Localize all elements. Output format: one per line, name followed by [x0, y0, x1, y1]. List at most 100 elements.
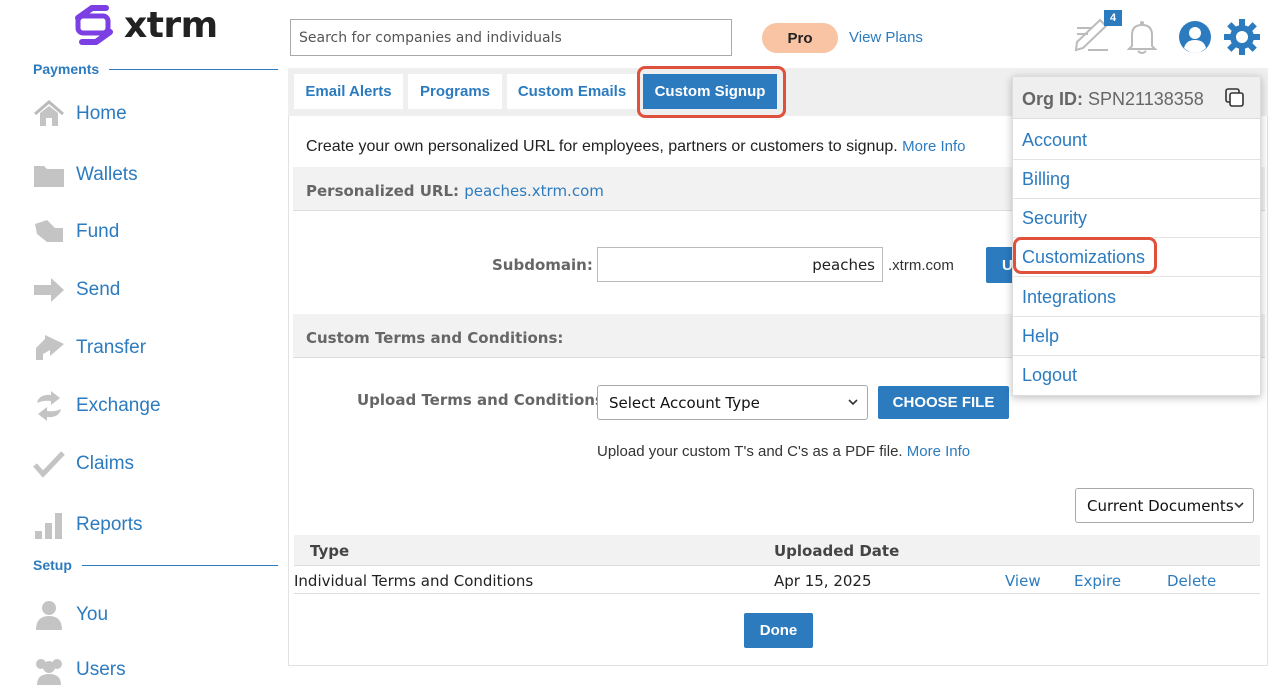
sidebar-item-label: Claims	[76, 453, 135, 474]
section-head-setup: Setup	[33, 557, 278, 573]
sidebar-item-label: Exchange	[76, 395, 161, 416]
personalized-url-caption: Personalized URL:	[306, 182, 460, 200]
tab-custom-emails[interactable]: Custom Emails	[507, 74, 637, 109]
column-header-uploaded-date: Uploaded Date	[774, 542, 900, 560]
checkmark-icon	[33, 449, 65, 479]
personalized-url-link[interactable]: peaches.xtrm.com	[464, 182, 604, 200]
section-label: Payments	[33, 61, 100, 77]
tab-programs[interactable]: Programs	[408, 74, 502, 109]
chevron-down-icon	[1234, 502, 1244, 509]
view-plans-link[interactable]: View Plans	[849, 29, 923, 46]
sidebar-item-transfer[interactable]: Transfer	[33, 330, 146, 366]
upload-more-info-link[interactable]: More Info	[907, 443, 970, 460]
upload-hint-line: Upload your custom T's and C's as a PDF …	[597, 443, 970, 460]
folder-icon	[33, 160, 65, 190]
subdomain-label: Subdomain:	[492, 256, 593, 274]
gear-icon	[1224, 19, 1260, 55]
sidebar-item-home[interactable]: Home	[33, 96, 127, 132]
exchange-icon	[33, 391, 65, 421]
subdomain-input[interactable]: peaches	[597, 247, 883, 282]
terms-section-label: Custom Terms and Conditions:	[306, 329, 564, 347]
sidebar-item-fund[interactable]: Fund	[33, 214, 119, 250]
sidebar-item-claims[interactable]: Claims	[33, 446, 134, 482]
logo-mark-icon	[75, 5, 113, 45]
sidebar-item-label: Wallets	[76, 164, 138, 185]
bell-icon	[1126, 21, 1158, 54]
users-icon	[33, 655, 65, 685]
sidebar-item-label: Fund	[76, 221, 120, 242]
divider	[109, 68, 278, 70]
view-link[interactable]: View	[1005, 572, 1041, 590]
sidebar-item-reports[interactable]: Reports	[33, 507, 143, 543]
menu-item-account[interactable]: Account	[1013, 121, 1260, 160]
sidebar-item-label: Home	[76, 103, 127, 124]
column-header-type: Type	[310, 542, 350, 560]
intro-text-line: Create your own personalized URL for emp…	[306, 138, 966, 156]
delete-link[interactable]: Delete	[1167, 572, 1216, 590]
account-dropdown-menu: Org ID: SPN21138358 Account Billing Secu…	[1012, 76, 1261, 396]
search-placeholder: Search for companies and individuals	[299, 29, 562, 46]
intro-text: Create your own personalized URL for emp…	[306, 138, 898, 155]
org-id-value: SPN21138358	[1088, 89, 1204, 109]
subdomain-value: peaches	[812, 255, 875, 274]
documents-select-value: Current Documents	[1087, 496, 1234, 515]
subdomain-suffix: .xtrm.com	[888, 257, 954, 274]
cell-type: Individual Terms and Conditions	[294, 572, 534, 590]
avatar-icon	[1179, 21, 1211, 53]
done-button[interactable]: Done	[744, 613, 813, 648]
documents-table-header: Type Uploaded Date	[294, 535, 1260, 566]
section-label: Setup	[33, 557, 72, 573]
user-icon	[33, 600, 65, 630]
upload-terms-label: Upload Terms and Conditions:	[357, 391, 610, 409]
sidebar-item-label: Send	[76, 279, 121, 300]
profile-button[interactable]	[1178, 20, 1212, 59]
sidebar-item-label: Reports	[76, 514, 143, 535]
search-input[interactable]: Search for companies and individuals	[290, 19, 732, 56]
transfer-icon	[33, 333, 65, 363]
personalized-url-label: Personalized URL: peaches.xtrm.com	[306, 182, 604, 200]
brand-name: xtrm	[124, 4, 218, 46]
notifications-button[interactable]	[1126, 20, 1158, 59]
org-id-line: Org ID: SPN21138358	[1022, 89, 1204, 110]
plan-badge[interactable]: Pro	[762, 23, 838, 53]
xtrm-logo[interactable]: xtrm	[70, 4, 218, 46]
tab-highlight-box	[637, 66, 786, 118]
table-row: Individual Terms and Conditions Apr 15, …	[294, 567, 1260, 594]
account-type-select[interactable]: Select Account Type	[597, 385, 868, 420]
notes-count-badge: 4	[1104, 10, 1122, 26]
settings-button[interactable]	[1224, 19, 1260, 60]
sidebar-item-users[interactable]: Users	[33, 652, 126, 688]
divider	[81, 564, 278, 566]
org-id-header: Org ID: SPN21138358	[1013, 77, 1260, 119]
arrow-right-icon	[33, 275, 65, 305]
notes-button[interactable]: 4	[1074, 10, 1122, 59]
more-info-link[interactable]: More Info	[902, 138, 965, 155]
copy-icon[interactable]	[1225, 88, 1245, 108]
sidebar-item-label: You	[76, 604, 109, 625]
sidebar-item-exchange[interactable]: Exchange	[33, 388, 161, 424]
menu-item-integrations[interactable]: Integrations	[1013, 278, 1260, 317]
section-head-payments: Payments	[33, 61, 278, 77]
menu-item-security[interactable]: Security	[1013, 199, 1260, 238]
sidebar-item-send[interactable]: Send	[33, 272, 120, 308]
expire-link[interactable]: Expire	[1074, 572, 1121, 590]
menu-item-help[interactable]: Help	[1013, 317, 1260, 356]
chevron-down-icon	[848, 399, 858, 406]
menu-highlight-box	[1013, 237, 1157, 274]
home-icon	[33, 99, 65, 129]
menu-item-billing[interactable]: Billing	[1013, 160, 1260, 199]
cell-date: Apr 15, 2025	[774, 572, 872, 590]
documents-select[interactable]: Current Documents	[1075, 488, 1254, 523]
menu-item-logout[interactable]: Logout	[1013, 356, 1260, 395]
bar-chart-icon	[33, 510, 65, 540]
account-type-value: Select Account Type	[609, 393, 760, 412]
sidebar-item-you[interactable]: You	[33, 597, 108, 633]
sidebar-item-label: Users	[76, 659, 126, 680]
sidebar-item-wallets[interactable]: Wallets	[33, 157, 138, 193]
upload-hint: Upload your custom T's and C's as a PDF …	[597, 443, 903, 460]
sidebar-item-label: Transfer	[76, 337, 147, 358]
choose-file-button[interactable]: CHOOSE FILE	[878, 386, 1009, 419]
fund-icon	[33, 217, 65, 247]
org-id-label: Org ID:	[1022, 89, 1083, 109]
tab-email-alerts[interactable]: Email Alerts	[294, 74, 403, 109]
